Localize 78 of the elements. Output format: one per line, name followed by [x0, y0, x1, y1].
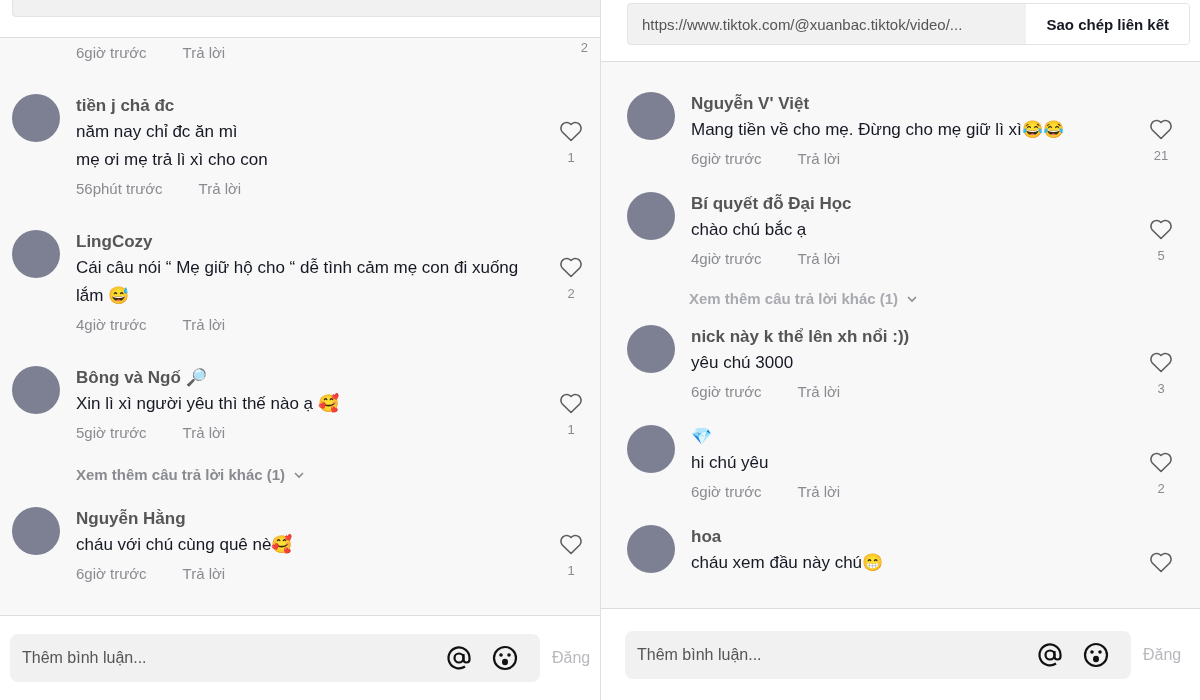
reply-link[interactable]: Trả lời: [182, 418, 226, 448]
like-count: 2: [567, 286, 575, 301]
reply-link[interactable]: Trả lời: [182, 310, 226, 340]
view-more-replies-link[interactable]: Xem thêm câu trả lời khác (1): [76, 466, 286, 483]
user-name[interactable]: Nguyễn Hằng: [76, 507, 540, 531]
avatar[interactable]: [12, 94, 60, 142]
reply-link[interactable]: Trả lời: [198, 174, 242, 204]
avatar[interactable]: [627, 325, 675, 373]
comment-text: Xin lì xì người yêu thì thế nào ạ 🥰: [76, 392, 340, 415]
avatar[interactable]: [627, 525, 675, 573]
heart-icon[interactable]: [559, 533, 583, 555]
like-count: 1: [567, 150, 575, 165]
comment-time: 56phút trước: [76, 179, 163, 199]
comment-text: năm nay chỉ đc ăn mì mẹ ơi mẹ trả lì xì cho con: [76, 121, 269, 171]
reply-link[interactable]: Trả lời: [797, 144, 841, 174]
avatar[interactable]: [627, 425, 675, 473]
reply-link[interactable]: Trả lời: [797, 244, 841, 274]
comment-time: 6giờ trước: [691, 382, 762, 402]
avatar[interactable]: [12, 230, 60, 278]
like-count: 21: [1153, 148, 1169, 163]
user-name[interactable]: LingCozy: [76, 230, 540, 254]
post-button[interactable]: Đăng: [1143, 645, 1182, 664]
reply-link[interactable]: Trả lời: [797, 377, 841, 407]
comment-time: 6giờ trước: [691, 482, 762, 502]
copy-link-button[interactable]: Sao chép liên kết: [1026, 4, 1189, 44]
comment-input-field[interactable]: Thêm bình luận...: [10, 648, 426, 668]
comment-text: cháu với chú cùng quê nè🥰: [76, 533, 294, 556]
comment-text: cháu xem đầu này chú😁: [691, 552, 885, 574]
comment-time: 4giờ trước: [691, 249, 762, 269]
comment-text: Cái câu nói “ Mẹ giữ hộ cho “ dễ tình cảm mẹ con đi xuống lắm 😅: [76, 257, 520, 307]
user-name[interactable]: hoa: [691, 525, 1130, 549]
heart-icon[interactable]: [1149, 451, 1173, 473]
comment-text: chào chú bắc ạ: [691, 219, 808, 241]
user-name[interactable]: Nguyễn V' Việt: [691, 92, 1130, 116]
post-button[interactable]: Đăng: [552, 649, 591, 667]
like-count: 5: [1157, 248, 1165, 263]
heart-icon[interactable]: [1149, 118, 1173, 140]
comment-text: hi chú yêu: [691, 452, 770, 474]
heart-icon[interactable]: [1149, 218, 1173, 240]
comment-input-field[interactable]: Thêm bình luận...: [625, 644, 1017, 665]
like-count: 1: [567, 563, 575, 578]
view-more-replies-link[interactable]: Xem thêm câu trả lời khác (1): [689, 290, 899, 307]
avatar[interactable]: [627, 192, 675, 240]
heart-icon[interactable]: [559, 392, 583, 414]
comment-field[interactable]: Thêm bình luận...: [10, 634, 540, 682]
avatar[interactable]: [12, 507, 60, 555]
comment-time: 6giờ trước: [76, 564, 147, 584]
like-count: 3: [1157, 381, 1165, 396]
heart-icon[interactable]: [1149, 351, 1173, 373]
comment-time: 6giờ trước: [76, 43, 147, 63]
user-name[interactable]: nick này k thể lên xh nổi :)): [691, 325, 1130, 349]
avatar[interactable]: [12, 366, 60, 414]
user-name[interactable]: Bí quyết đỗ Đại Học: [691, 192, 1130, 216]
comment-field[interactable]: Thêm bình luận...: [625, 630, 1131, 679]
chevron-down-icon: [293, 470, 306, 479]
emoji-icon[interactable]: [1083, 641, 1109, 668]
comment-text: Mang tiền về cho mẹ. Đừng cho mẹ giữ lì xì😂😂: [691, 119, 1065, 141]
heart-icon[interactable]: [559, 256, 583, 278]
reply-link[interactable]: Trả lời: [182, 559, 226, 589]
mention-icon[interactable]: [1037, 641, 1063, 668]
like-count: 2: [580, 40, 588, 57]
comment-time: 4giờ trước: [76, 315, 147, 335]
emoji-icon[interactable]: [492, 645, 518, 671]
user-name[interactable]: Bông và Ngố 🔎: [76, 366, 540, 390]
like-count: 1: [567, 422, 575, 437]
comment-time: 5giờ trước: [76, 423, 147, 443]
avatar[interactable]: [627, 92, 675, 140]
user-name[interactable]: tiền j chả đc: [76, 94, 540, 118]
heart-icon[interactable]: [1149, 551, 1173, 573]
heart-icon[interactable]: [559, 120, 583, 142]
comment-time: 6giờ trước: [691, 149, 762, 169]
chevron-down-icon: [906, 294, 919, 303]
reply-link[interactable]: Trả lời: [182, 38, 226, 68]
mention-icon[interactable]: [446, 645, 472, 671]
reply-link[interactable]: Trả lời: [797, 477, 841, 507]
like-count: 2: [1157, 481, 1165, 496]
user-name[interactable]: 💎: [691, 425, 1130, 449]
comment-text: yêu chú 3000: [691, 352, 795, 374]
